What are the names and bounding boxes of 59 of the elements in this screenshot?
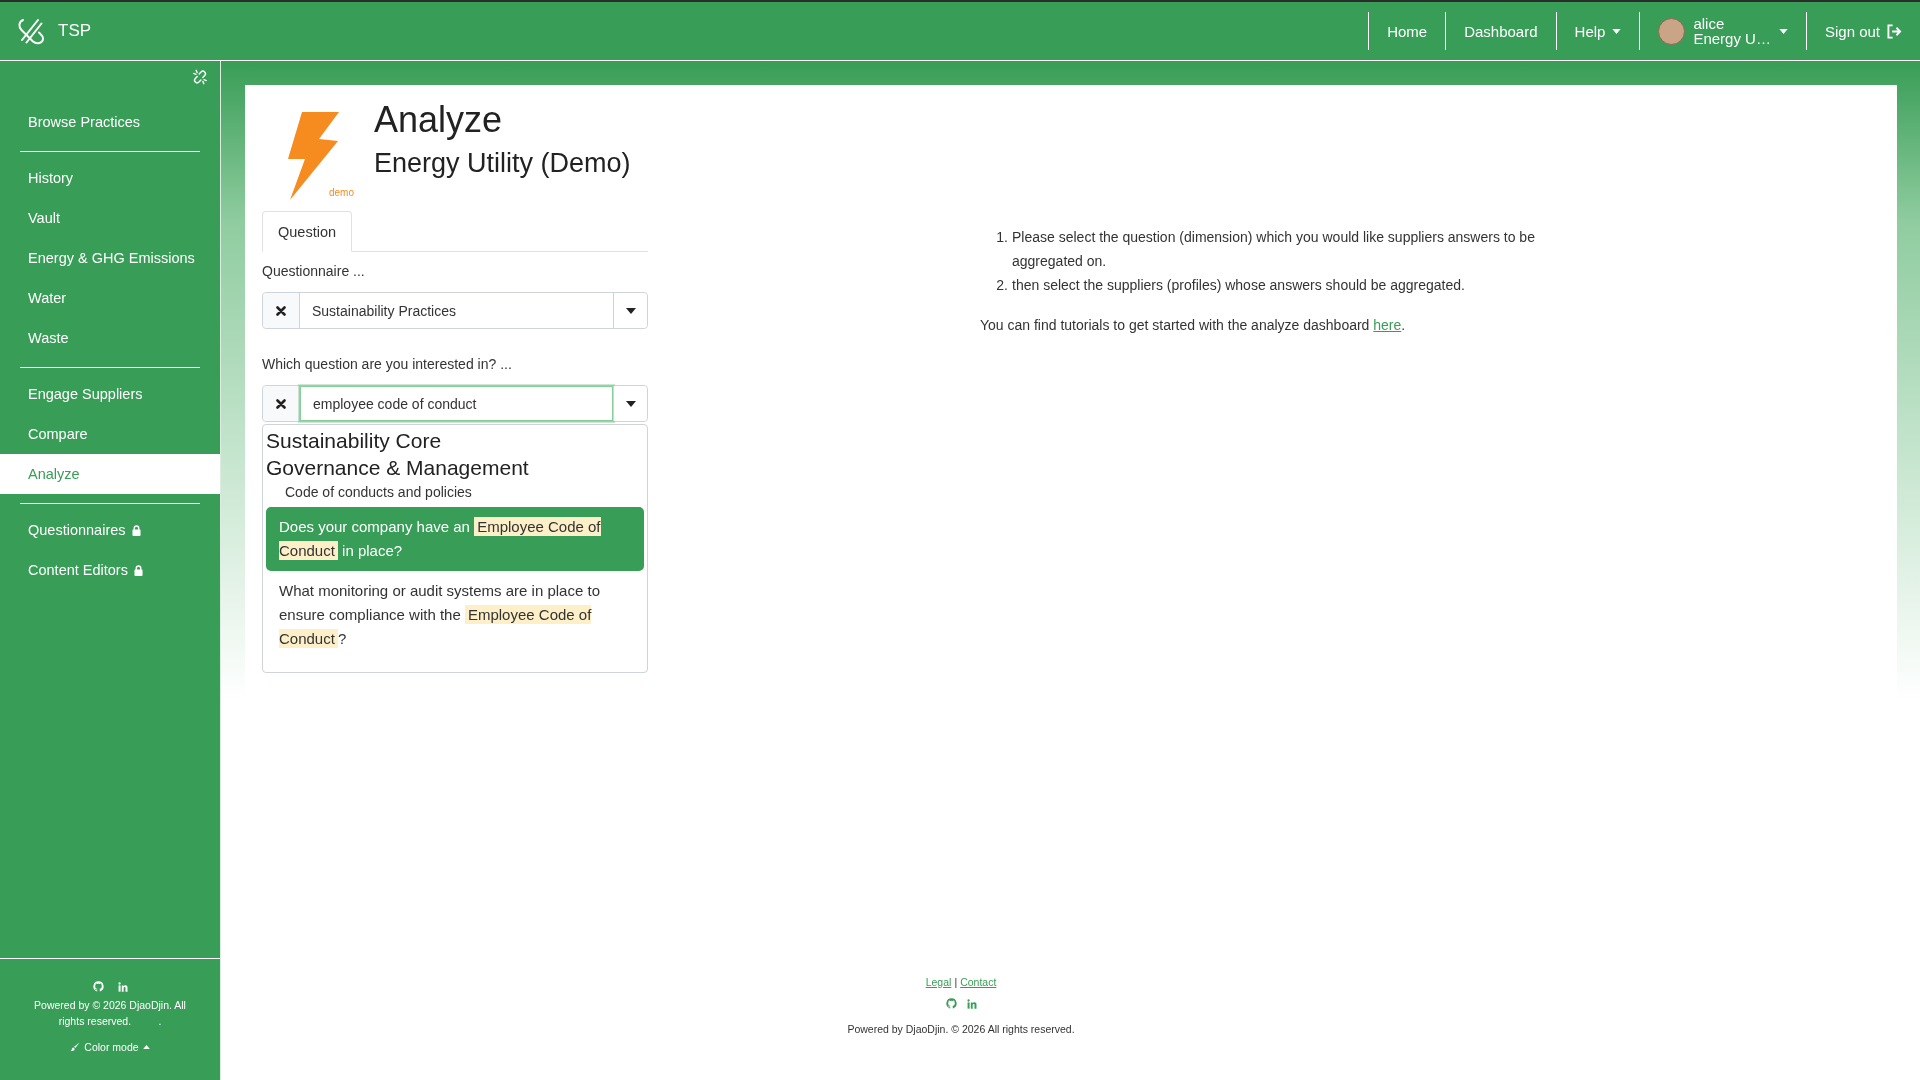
select-input[interactable]: employee code of conduct [300,386,613,421]
step-number: 1. [995,228,1009,247]
github-icon[interactable] [945,998,957,1009]
sign-out-link[interactable]: Sign out [1805,12,1920,50]
dropdown-toggle-button[interactable] [613,386,647,421]
sidebar-item[interactable]: Energy & GHG Emissions [0,238,220,278]
sidebar-item[interactable]: Content Editors [0,550,220,590]
copyright-text: Powered by © 2026 DjaoDjin. All rights reserved. . [33,998,187,1029]
caret-icon [1612,28,1622,34]
sidebar-item[interactable]: History [0,158,220,198]
sign-out-icon [1887,23,1902,39]
caret-icon [625,400,636,407]
field-label: Questionnaire ... [262,263,366,280]
clear-button[interactable] [263,386,300,421]
close-icon [276,398,286,409]
link-separator: | [954,975,958,990]
sidebar-item[interactable]: Water [0,278,220,318]
logo-badge-text: demo [329,187,354,198]
question-option[interactable]: What monitoring or audit systems are in place to ensure compliance with the Employee Code of Conduct ? [266,571,644,659]
footer-link[interactable]: Contact [960,974,997,990]
brush-icon [70,1042,81,1052]
step-text: then select the suppliers (profiles) whose answers should be aggregated. [1012,276,1465,295]
lock-icon [133,564,143,576]
category-label: Code of conducts and policies [284,483,473,502]
avatar-placeholder [1658,17,1686,45]
lock-icon [131,524,141,536]
linkedin-icon[interactable] [117,981,128,992]
color-mode-button[interactable]: Color mode [70,1041,150,1053]
user-menu[interactable]: alice Energy U… [1639,12,1806,50]
tutorial-text: You can find tutorials to get started with the analyze dashboard here. [980,316,1407,335]
page-title: Analyze [374,99,504,141]
question-option[interactable]: Does your company have an Employee Code of Conduct in place? [266,507,644,571]
brand-name[interactable]: TSP [58,21,92,41]
tutorial-link[interactable]: here [1373,317,1402,333]
footer-link[interactable]: Legal [925,974,952,990]
tab[interactable]: Question [262,211,353,252]
logo-icon[interactable] [17,17,45,45]
section-title: Governance & Management [266,455,530,481]
step-number: 2. [995,276,1009,295]
step-text: Please select the question (dimension) which you would like suppliers answers to be aggregated on. [1012,228,1536,271]
page-subtitle: Energy Utility (Demo) [374,147,631,180]
linkedin-icon[interactable] [966,998,977,1009]
unlink-icon[interactable] [192,69,208,85]
github-icon[interactable] [92,981,104,992]
sidebar-item[interactable]: Compare [0,414,220,454]
field-label: Which question are you interested in? ... [262,356,513,373]
caret-icon [1778,28,1788,34]
caret-up-icon [142,1045,150,1049]
sidebar-item[interactable]: Browse Practices [0,102,220,142]
footer-copyright: Powered by DjaoDjin. © 2026 All rights reserved. [847,1022,1075,1036]
nav-link[interactable]: Dashboard [1445,12,1556,50]
nav-link[interactable]: Home [1368,12,1446,50]
group-title: Sustainability Core [266,428,443,454]
sidebar-item[interactable]: Engage Suppliers [0,374,220,414]
sidebar-item[interactable]: Waste [0,318,220,358]
sidebar-item[interactable]: Analyze [0,454,220,494]
sidebar-item[interactable]: Vault [0,198,220,238]
sidebar-item[interactable]: Questionnaires [0,510,220,550]
nav-link[interactable]: Help [1555,12,1640,50]
